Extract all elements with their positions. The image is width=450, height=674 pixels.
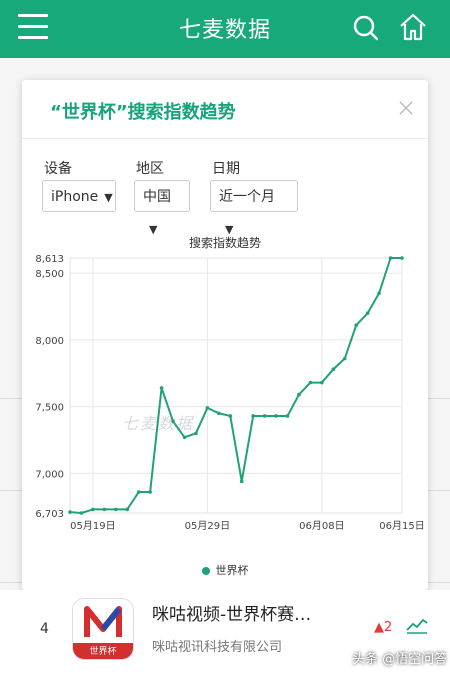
data-point (228, 414, 233, 418)
rank-number: 4 (40, 621, 49, 637)
y-tick-label: 6,703 (35, 509, 64, 520)
data-point (400, 256, 404, 260)
data-point (217, 411, 221, 416)
data-point (79, 511, 84, 515)
app-name: 咪咕视频-世界杯赛… (152, 605, 312, 625)
data-point (136, 490, 141, 494)
plot-area (69, 257, 403, 514)
x-tick-label: 06月15日 (379, 520, 424, 532)
brand-watermark: 头条 @悟空问答 (352, 652, 448, 667)
data-point (354, 323, 359, 327)
data-point (285, 414, 290, 418)
rank-change-badge: ▲2 (374, 620, 393, 635)
data-point (68, 510, 72, 514)
y-tick-label: 8,500 (35, 269, 64, 280)
y-tick-label: 8,000 (35, 336, 64, 347)
developer-name: 咪咕视讯科技有限公司 (152, 640, 283, 655)
data-point (365, 311, 370, 315)
top-bar: 七麦数据 (0, 0, 450, 58)
data-point (148, 490, 152, 494)
data-point (113, 507, 118, 512)
data-point (377, 291, 381, 295)
y-tick-label: 7,000 (35, 469, 64, 480)
data-point (308, 380, 313, 385)
y-tick-label: 8,613 (35, 254, 64, 265)
series-line (69, 257, 402, 514)
legend-label: 世界杯 (215, 564, 249, 577)
legend-marker (201, 567, 210, 575)
chart-legend[interactable]: 世界杯 (22, 562, 428, 578)
y-tick-label: 7,500 (35, 403, 64, 414)
x-tick-label: 05月19日 (70, 520, 115, 532)
home-icon[interactable] (398, 12, 428, 42)
app-title: 七麦数据 (178, 18, 271, 43)
data-point (251, 414, 255, 418)
app-icon: 世界杯 (72, 598, 134, 660)
data-point (239, 479, 244, 484)
data-point (91, 507, 95, 512)
data-point (159, 386, 164, 390)
data-point (320, 380, 324, 385)
search-icon[interactable] (352, 14, 380, 42)
data-point (342, 356, 347, 361)
watermark: 七麦数据 (122, 414, 195, 433)
data-point (262, 414, 267, 418)
data-point (297, 392, 301, 397)
data-point (205, 406, 210, 410)
data-point (182, 435, 187, 440)
search-trend-dialog: “世界杯”搜索指数趋势 设备 iPhone ▼ 地区 中国▼ 日期 近一个月▼ 搜… (22, 80, 428, 590)
data-point (274, 414, 278, 418)
data-point (331, 367, 336, 372)
data-point (388, 256, 393, 260)
data-point (102, 507, 107, 512)
x-tick-label: 06月08日 (299, 520, 344, 532)
data-point (194, 431, 198, 436)
x-tick-label: 05月29日 (185, 520, 230, 532)
search-index-chart: 6,703 7,000 7,500 8,000 8,500 8,613 05月19日 05月2… (35, 254, 424, 532)
app-icon-text: 世界杯 (89, 647, 117, 657)
data-point (125, 507, 130, 512)
trend-chart-icon[interactable] (406, 616, 428, 634)
